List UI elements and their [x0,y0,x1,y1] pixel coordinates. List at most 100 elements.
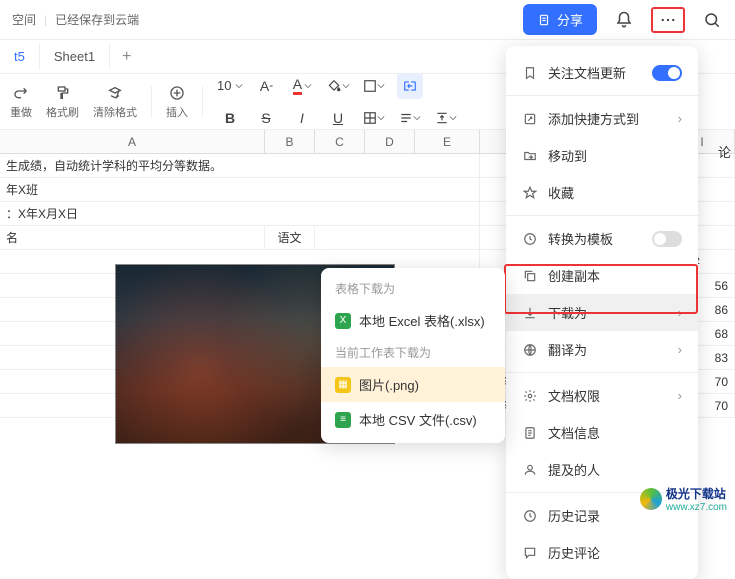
share-icon [537,13,551,27]
submenu-header: 表格下载为 [321,274,505,303]
watermark-url: www.xz7.com [666,502,727,513]
merge-cells-button[interactable] [397,73,423,99]
cell-subject[interactable]: 语文 [265,226,315,249]
font-size-selector[interactable]: 10 [217,78,243,93]
template-icon [522,231,538,247]
fill-color-button[interactable] [325,73,351,99]
menu-label: 添加快捷方式到 [548,109,639,128]
shortcut-icon [522,111,538,127]
menu-label: 移动到 [548,146,587,165]
col-header-a[interactable]: A [0,130,265,153]
more-menu-button[interactable] [651,7,685,33]
menu-to-template[interactable]: 转换为模板 [506,220,698,257]
tab-t5[interactable]: t5 [0,43,40,70]
submenu-csv[interactable]: ≡ 本地 CSV 文件(.csv) [321,402,505,437]
bold-button[interactable]: B [217,105,243,131]
share-label: 分享 [557,10,583,29]
chevron-down-icon [235,82,243,90]
search-icon[interactable] [701,9,723,31]
notification-icon[interactable] [613,9,635,31]
chevron-right-icon: › [678,342,682,357]
col-header-b[interactable]: B [265,130,315,153]
menu-label: 下载为 [548,303,587,322]
strikethrough-button[interactable]: S [253,105,279,131]
clear-format-label: 清除格式 [93,104,137,120]
redo-label: 重做 [10,104,32,120]
menu-follow-updates[interactable]: 关注文档更新 [506,54,698,91]
toggle-on[interactable] [652,65,682,81]
watermark-name: 极光下载站 [666,485,727,502]
mention-icon [522,462,538,478]
col-header-e[interactable]: E [415,130,480,153]
workspace-label: 空间 [12,11,36,28]
menu-mentioned[interactable]: 提及的人 [506,451,698,488]
submenu-label: 本地 CSV 文件(.csv) [359,410,477,429]
submenu-label: 图片(.png) [359,375,419,394]
menu-add-shortcut[interactable]: 添加快捷方式到 › [506,100,698,137]
font-size-value: 10 [217,78,231,93]
menu-label: 收藏 [548,183,574,202]
menu-label: 文档权限 [548,386,600,405]
translate-icon [522,342,538,358]
move-icon [522,148,538,164]
menu-download-as[interactable]: 下载为 › [506,294,698,331]
menu-doc-permission[interactable]: 文档权限 › [506,377,698,414]
cell-text[interactable]: 年X班 [0,178,480,201]
cell-text[interactable]: ：X年X月X日 [0,202,480,225]
font-size-decrease[interactable]: A- [253,73,279,99]
comment-icon [522,545,538,561]
cell-stub: 论 [718,142,731,161]
cell-text[interactable]: 生成绩，自动统计学科的平均分等数据。 [0,154,480,177]
chevron-right-icon: › [678,388,682,403]
menu-translate-as[interactable]: 翻译为 › [506,331,698,368]
submenu-xlsx[interactable]: X 本地 Excel 表格(.xlsx) [321,303,505,338]
col-header-d[interactable]: D [365,130,415,153]
submenu-header: 当前工作表下载为 [321,338,505,367]
bookmark-icon [522,65,538,81]
submenu-label: 本地 Excel 表格(.xlsx) [359,311,485,330]
gear-icon [522,388,538,404]
add-sheet-button[interactable]: + [110,48,143,66]
menu-label: 文档信息 [548,423,600,442]
underline-button[interactable]: U [325,105,351,131]
chevron-right-icon: › [678,305,682,320]
toggle-off[interactable] [652,231,682,247]
italic-button[interactable]: I [289,105,315,131]
csv-icon: ≡ [335,412,351,428]
menu-move-to[interactable]: 移动到 [506,137,698,174]
redo-icon[interactable] [11,84,31,102]
align-button[interactable] [397,105,423,131]
ellipsis-icon [659,11,677,29]
border-button[interactable] [361,73,387,99]
menu-history-comments[interactable]: 历史评论 [506,534,698,571]
menu-label: 转换为模板 [548,229,613,248]
tab-sheet1[interactable]: Sheet1 [40,43,110,70]
submenu-png[interactable]: ▦ 图片(.png) [321,367,505,402]
copy-icon [522,268,538,284]
valign-button[interactable] [433,105,459,131]
format-painter-label: 格式刷 [46,104,79,120]
insert-label: 插入 [166,104,188,120]
menu-label: 提及的人 [548,460,600,479]
share-button[interactable]: 分享 [523,4,597,35]
insert-icon[interactable] [167,84,187,102]
cell-text[interactable]: 名 [0,226,265,249]
menu-create-copy[interactable]: 创建副本 [506,257,698,294]
image-icon: ▦ [335,377,351,393]
font-color-button[interactable]: A [289,73,315,99]
download-icon [522,305,538,321]
excel-icon: X [335,313,351,329]
cell-style-button[interactable] [361,105,387,131]
star-icon [522,185,538,201]
col-header-c[interactable]: C [315,130,365,153]
menu-label: 关注文档更新 [548,63,626,82]
history-icon [522,508,538,524]
menu-doc-info[interactable]: 文档信息 [506,414,698,451]
separator: | [44,13,47,27]
clear-format-icon[interactable] [105,84,125,102]
format-painter-icon[interactable] [53,84,73,102]
watermark-logo-icon [640,488,662,510]
menu-favorite[interactable]: 收藏 [506,174,698,211]
menu-label: 历史评论 [548,543,600,562]
download-submenu: 表格下载为 X 本地 Excel 表格(.xlsx) 当前工作表下载为 ▦ 图片… [321,268,505,443]
